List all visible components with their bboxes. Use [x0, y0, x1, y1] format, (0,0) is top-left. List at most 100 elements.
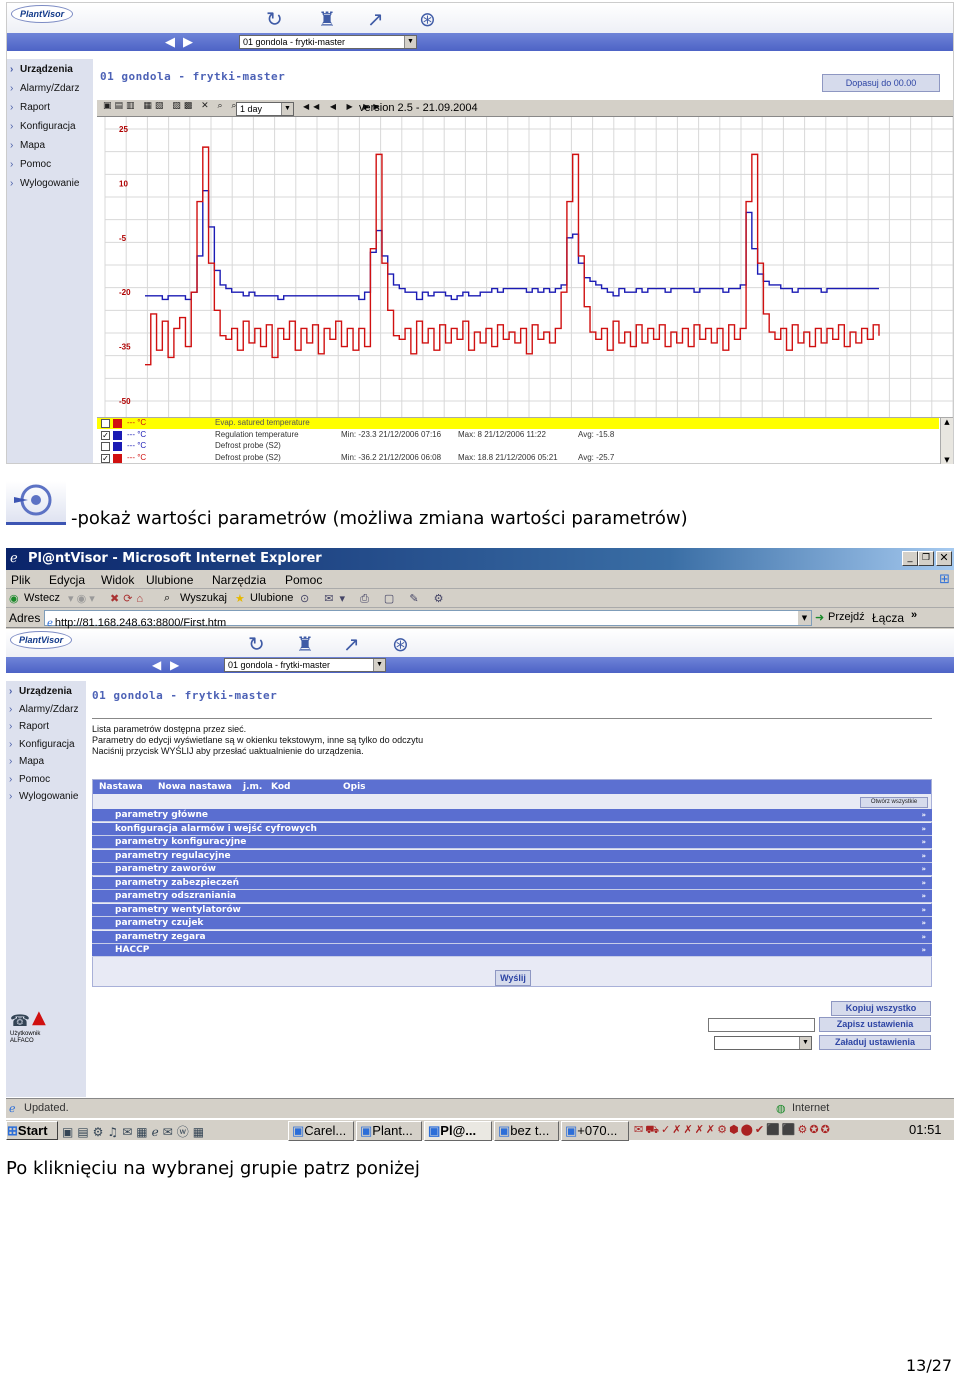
sidebar-item-3[interactable]: Konfiguracja [10, 121, 76, 132]
parameter-group-row[interactable]: parametry zaworów » [92, 863, 932, 876]
parameter-group-row[interactable]: parametry zabezpieczeń » [92, 876, 932, 890]
maximize-button[interactable]: ❐ [918, 551, 934, 566]
links-button[interactable]: Łącza [872, 611, 904, 625]
next-arrow-icon[interactable]: ▶ [170, 658, 179, 672]
sidebar-item-3[interactable]: Konfiguracja [9, 739, 75, 750]
refresh-icon[interactable]: ↻ [248, 634, 265, 654]
load-settings-button[interactable]: Załaduj ustawienia [819, 1035, 931, 1050]
stop-refresh-home-icons[interactable]: ✖⟳⌂ [110, 592, 147, 605]
device-select[interactable]: 01 gondola - frytki-master ▼ [239, 35, 417, 49]
sidebar-item-6[interactable]: Wylogowanie [9, 791, 78, 802]
legend-scrollbar[interactable]: ▲ ▼ [940, 418, 953, 464]
go-icon[interactable]: ➜ [815, 611, 824, 624]
expand-icon[interactable]: » [921, 823, 926, 835]
taskbar-item[interactable]: ▣+070... [561, 1121, 629, 1141]
quick-launch-icons[interactable]: ▣▤⚙♫✉▦ℯ✉ⓦ▦ [62, 1123, 208, 1140]
legend-row[interactable]: ✓ --- °C Regulation temperature Min: -23.3 … [97, 430, 939, 441]
expand-icon[interactable]: » [921, 877, 926, 889]
parameter-group-row[interactable]: parametry zegara » [92, 930, 932, 944]
taskbar-item[interactable]: ▣Plant... [356, 1121, 422, 1141]
alarm-warning-icon[interactable]: ▲ [32, 1007, 46, 1028]
search-icon[interactable]: ⌕ [164, 592, 170, 605]
menu-item-1[interactable]: Edycja [49, 573, 85, 587]
graph-icon[interactable]: ↗ [367, 9, 384, 29]
chevron-right-icon[interactable]: » [911, 609, 917, 621]
parameter-group-row[interactable]: HACCP » [92, 944, 932, 957]
expand-icon[interactable]: » [921, 917, 926, 929]
legend-row[interactable]: --- °C Evap. satured temperature [97, 418, 939, 429]
menu-item-0[interactable]: Plik [11, 573, 30, 587]
sidebar-item-5[interactable]: Pomoc [10, 159, 51, 170]
settings-select[interactable]: ▼ [714, 1036, 812, 1050]
expand-icon[interactable]: » [921, 944, 926, 956]
device-select[interactable]: 01 gondola - frytki-master ▼ [224, 658, 386, 672]
favorites-icon[interactable]: ★ [235, 592, 245, 605]
back-icon[interactable]: ◉ [9, 592, 19, 605]
alarm-bell-icon[interactable]: ♜ [296, 634, 314, 654]
save-settings-button[interactable]: Zapisz ustawienia [819, 1017, 931, 1032]
menu-item-4[interactable]: Narzędzia [212, 573, 266, 587]
address-input[interactable]: ℯ http://81.168.248.63:8800/First.htm ▼ [44, 610, 812, 629]
start-button[interactable]: ⊞Start [6, 1121, 58, 1140]
legend-row[interactable]: --- °C Defrost probe (S2) [97, 441, 939, 452]
next-arrow-icon[interactable]: ▶ [183, 35, 193, 50]
sidebar-item-2[interactable]: Raport [10, 102, 50, 113]
legend-checkbox[interactable]: ✓ [101, 453, 110, 463]
expand-icon[interactable]: » [921, 890, 926, 902]
menu-item-3[interactable]: Ulubione [146, 573, 193, 587]
menu-item-5[interactable]: Pomoc [285, 573, 322, 587]
alarm-bell-icon[interactable]: ♜ [318, 9, 336, 29]
copy-all-button[interactable]: Kopiuj wszystko [831, 1001, 931, 1016]
adjust-button[interactable]: Dopasuj do 00.00 [822, 74, 940, 92]
send-button[interactable]: Wyślij [495, 970, 531, 986]
menu-item-2[interactable]: Widok [101, 573, 134, 587]
refresh-icon[interactable]: ↻ [266, 9, 283, 29]
settings-name-input[interactable] [708, 1018, 815, 1032]
open-all-button[interactable]: Otwórz wszystkie [860, 797, 928, 808]
taskbar-item[interactable]: ▣bez t... [494, 1121, 559, 1141]
sidebar-item-0[interactable]: Urządzenia [10, 64, 73, 75]
expand-icon[interactable]: » [921, 836, 926, 848]
sidebar-item-4[interactable]: Mapa [10, 140, 45, 151]
parameters-icon[interactable]: ⊛ [392, 634, 409, 654]
sidebar-item-1[interactable]: Alarmy/Zdarz [10, 83, 79, 94]
expand-icon[interactable]: » [921, 931, 926, 943]
taskbar-item[interactable]: ▣Pl@... [424, 1121, 492, 1141]
taskbar-item[interactable]: ▣Carel... [288, 1121, 354, 1141]
period-select[interactable]: 1 day ▼ [236, 102, 294, 116]
sidebar-item-5[interactable]: Pomoc [9, 774, 50, 785]
media-mail-print-icons[interactable]: ⊙ ✉▾ ⎙ ▢ ✎ ⚙ [300, 592, 450, 606]
minimize-button[interactable]: _ [902, 551, 918, 566]
sidebar-item-1[interactable]: Alarmy/Zdarz [9, 704, 78, 715]
expand-icon[interactable]: » [921, 863, 926, 875]
expand-icon[interactable]: » [921, 809, 926, 821]
legend-checkbox[interactable]: ✓ [101, 430, 110, 440]
toolbar-icons[interactable]: ▣▤▥ ▦▧ ▨▩ ✕ ⌕ ⌕ [103, 101, 239, 111]
parameters-icon[interactable]: ⊛ [419, 9, 436, 29]
parameter-group-row[interactable]: parametry główne » [92, 809, 932, 822]
expand-icon[interactable]: » [921, 850, 926, 862]
go-button[interactable]: Przejdź [828, 611, 865, 623]
legend-row[interactable]: ✓ --- °C Defrost probe (S2) Min: -36.2 21/1… [97, 453, 939, 464]
expand-icon[interactable]: » [921, 904, 926, 916]
sidebar-item-4[interactable]: Mapa [9, 756, 44, 767]
tray-icons[interactable]: ✉⛟✓✗✗✗✗⚙⬢⬤✔⬛⬛⚙✪✪ [634, 1123, 832, 1138]
parameter-group-row[interactable]: parametry konfiguracyjne » [92, 836, 932, 849]
sidebar-item-0[interactable]: Urządzenia [9, 686, 72, 697]
prev-arrow-icon[interactable]: ◀ [152, 658, 161, 672]
parameter-group-row[interactable]: konfiguracja alarmów i wejść cyfrowych » [92, 822, 932, 836]
parameter-group-row[interactable]: parametry czujek » [92, 917, 932, 930]
legend-checkbox[interactable] [101, 419, 110, 428]
sidebar-item-6[interactable]: Wylogowanie [10, 178, 79, 189]
forward-icon[interactable]: ▾ ◉ ▾ [68, 592, 95, 605]
chevron-down-icon[interactable]: ▼ [798, 611, 811, 625]
parameter-group-row[interactable]: parametry wentylatorów » [92, 903, 932, 917]
parameter-group-row[interactable]: parametry regulacyjne » [92, 849, 932, 863]
parameter-group-row[interactable]: parametry odszraniania » [92, 890, 932, 903]
favorites-button[interactable]: Ulubione [250, 592, 293, 604]
sidebar-item-2[interactable]: Raport [9, 721, 49, 732]
back-button[interactable]: Wstecz [24, 592, 60, 604]
graph-icon[interactable]: ↗ [343, 634, 360, 654]
scroll-up-icon[interactable]: ▲ [941, 418, 953, 426]
search-button[interactable]: Wyszukaj [180, 592, 227, 604]
